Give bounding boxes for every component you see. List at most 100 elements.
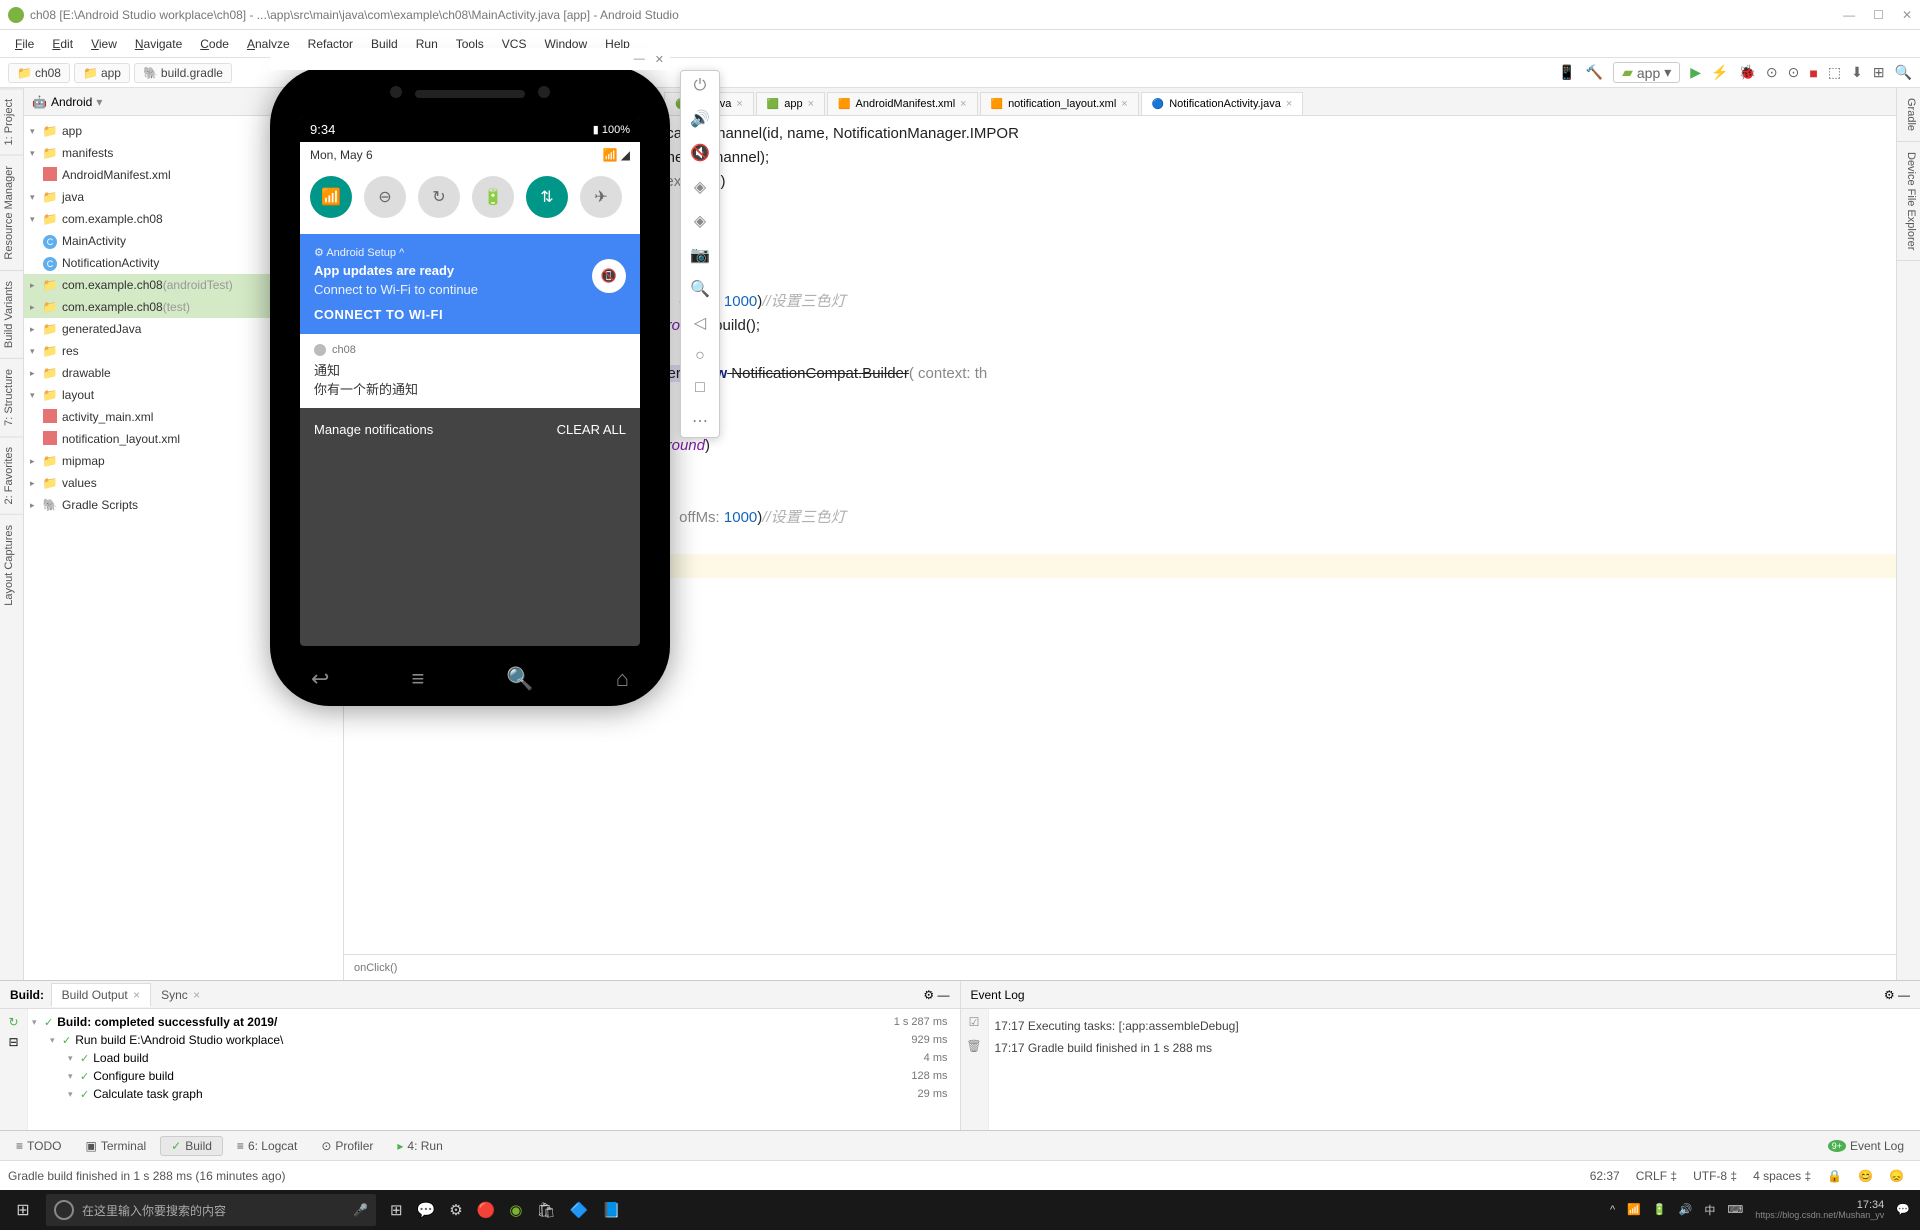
- status-encoding[interactable]: UTF-8 ‡: [1685, 1169, 1745, 1183]
- emu-home-button[interactable]: ⌂: [616, 666, 629, 692]
- build-row[interactable]: ▾✓Run build E:\Android Studio workplace\…: [32, 1031, 956, 1049]
- tool-profiler[interactable]: ⊙Profiler: [311, 1137, 383, 1155]
- status-smiley-icon[interactable]: 😊: [1850, 1169, 1881, 1183]
- app-icon[interactable]: 🔷: [570, 1201, 589, 1219]
- build-row[interactable]: ▾✓Load build4 ms: [32, 1049, 956, 1067]
- emu-side-button[interactable]: 🔇: [690, 143, 710, 163]
- status-indent[interactable]: 4 spaces ‡: [1745, 1169, 1819, 1183]
- emu-side-button[interactable]: ◈: [694, 211, 706, 231]
- build-tree[interactable]: ▾✓Build: completed successfully at 2019/…: [28, 1009, 960, 1130]
- start-button[interactable]: ⊞: [0, 1200, 46, 1220]
- status-cursor-pos[interactable]: 62:37: [1582, 1169, 1628, 1183]
- structure-button[interactable]: ⊞: [1873, 64, 1885, 81]
- build-settings-icon[interactable]: ⚙: [923, 988, 934, 1002]
- menu-file[interactable]: File: [6, 37, 43, 51]
- emu-close-button[interactable]: ✕: [655, 53, 664, 66]
- ms-store-icon[interactable]: 🛍: [537, 1201, 556, 1219]
- emu-side-button[interactable]: 🔍: [690, 279, 710, 299]
- profiler-button[interactable]: ⊙: [1766, 64, 1778, 81]
- emulator-window[interactable]: 9:34 ▮ 100% Mon, May 6 📶 ◢ 📶 ⊖ ↻ 🔋 ⇅ ✈ ⚙…: [270, 66, 670, 706]
- connect-wifi-button[interactable]: CONNECT TO WI-FI: [314, 307, 626, 322]
- project-view-selector[interactable]: Android: [51, 95, 92, 109]
- chrome-icon[interactable]: 🔴: [477, 1201, 496, 1219]
- taskbar-search[interactable]: 在这里输入你要搜索的内容 🎤: [46, 1194, 376, 1226]
- debug-button[interactable]: 🐞: [1738, 64, 1755, 81]
- vtab-device-file-explorer[interactable]: Device File Explorer: [1897, 142, 1920, 261]
- device-icon[interactable]: 📱: [1558, 64, 1575, 81]
- editor-tab[interactable]: 🟧AndroidManifest.xml ×: [827, 92, 978, 115]
- sdkmanager-button[interactable]: ⬇: [1851, 64, 1863, 81]
- run-button[interactable]: ▶: [1690, 64, 1701, 81]
- wechat-icon[interactable]: 💬: [417, 1201, 436, 1219]
- emu-rotate-toggle[interactable]: ↻: [418, 176, 460, 218]
- android-studio-icon[interactable]: ◉: [509, 1201, 522, 1219]
- build-hide-icon[interactable]: —: [938, 988, 950, 1002]
- build-tab-sync[interactable]: Sync ×: [151, 984, 210, 1006]
- run-config-selector[interactable]: ▰app ▾: [1613, 62, 1680, 83]
- tool-terminal[interactable]: ▣Terminal: [75, 1137, 156, 1155]
- eventlog-check-icon[interactable]: ☑: [969, 1015, 980, 1029]
- vtab-resource-manager[interactable]: Resource Manager: [0, 155, 23, 270]
- manage-notifications-button[interactable]: Manage notifications: [314, 422, 433, 437]
- build-row[interactable]: ▾✓Configure build128 ms: [32, 1067, 956, 1085]
- vtab-structure[interactable]: 7: Structure: [0, 358, 23, 436]
- taskview-icon[interactable]: ⊞: [390, 1201, 403, 1219]
- attach-debugger-button[interactable]: ⊙: [1788, 64, 1800, 81]
- editor-breadcrumb[interactable]: onClick(): [344, 954, 1896, 980]
- hammer-icon[interactable]: 🔨: [1586, 64, 1603, 81]
- close-button[interactable]: ✕: [1902, 8, 1912, 22]
- breadcrumb-root[interactable]: 📁ch08: [8, 63, 70, 83]
- vtab-layout-captures[interactable]: Layout Captures: [0, 514, 23, 616]
- avdmanager-button[interactable]: ⬚: [1828, 64, 1841, 81]
- mic-icon[interactable]: 🎤: [353, 1203, 368, 1217]
- menu-edit[interactable]: Edit: [43, 37, 82, 51]
- maximize-button[interactable]: ☐: [1873, 8, 1884, 22]
- keyboard-icon[interactable]: ⌨: [1727, 1203, 1743, 1216]
- stop-button[interactable]: ■: [1809, 65, 1817, 81]
- emu-search-button[interactable]: 🔍: [506, 666, 533, 692]
- search-button[interactable]: 🔍: [1895, 64, 1912, 81]
- emu-battery-toggle[interactable]: 🔋: [472, 176, 514, 218]
- rerun-icon[interactable]: ↻: [8, 1015, 18, 1029]
- menu-code[interactable]: Code: [191, 37, 238, 51]
- taskbar-clock[interactable]: 17:34 https://blog.csdn.net/Mushan_yv: [1755, 1199, 1884, 1221]
- tool-logcat[interactable]: ≡6: Logcat: [227, 1137, 307, 1155]
- emu-data-toggle[interactable]: ⇅: [526, 176, 568, 218]
- emu-side-button[interactable]: ⏻: [694, 77, 707, 95]
- clear-all-button[interactable]: CLEAR ALL: [557, 422, 626, 437]
- emu-back-button[interactable]: ↩: [311, 666, 329, 692]
- breadcrumb-app[interactable]: 📁app: [74, 63, 130, 83]
- status-line-sep[interactable]: CRLF ‡: [1628, 1169, 1685, 1183]
- editor-tab[interactable]: 🔵NotificationActivity.java ×: [1141, 92, 1304, 115]
- emu-app-notification[interactable]: ch08 通知 你有一个新的通知: [300, 334, 640, 408]
- emu-side-button[interactable]: ◁: [694, 313, 706, 333]
- apply-changes-button[interactable]: ⚡: [1711, 64, 1728, 81]
- build-tab-output[interactable]: Build Output ×: [51, 983, 151, 1007]
- status-sad-icon[interactable]: 😞: [1881, 1169, 1912, 1183]
- emu-side-button[interactable]: 🔊: [690, 109, 710, 129]
- menu-view[interactable]: View: [82, 37, 126, 51]
- status-lock-icon[interactable]: 🔒: [1819, 1169, 1850, 1183]
- settings-icon[interactable]: ⚙: [449, 1201, 462, 1219]
- notifications-icon[interactable]: 💬: [1896, 1203, 1910, 1216]
- emu-minimize-button[interactable]: —: [634, 53, 645, 66]
- vtab-build-variants[interactable]: Build Variants: [0, 270, 23, 358]
- tool-todo[interactable]: ≡TODO: [6, 1137, 71, 1155]
- build-row[interactable]: ▾✓Calculate task graph29 ms: [32, 1085, 956, 1103]
- vtab-project[interactable]: 1: Project: [0, 88, 23, 155]
- tray-chevron-icon[interactable]: ^: [1610, 1204, 1615, 1216]
- menu-navigate[interactable]: Navigate: [126, 37, 191, 51]
- emu-side-button[interactable]: ⋯: [692, 411, 708, 431]
- editor-tab[interactable]: 🟧notification_layout.xml ×: [980, 92, 1139, 115]
- editor-tab[interactable]: 🟩app ×: [756, 92, 825, 115]
- filter-icon[interactable]: ⊟: [8, 1035, 18, 1049]
- ime-icon[interactable]: 中: [1704, 1202, 1715, 1218]
- vtab-favorites[interactable]: 2: Favorites: [0, 436, 23, 514]
- emu-dnd-toggle[interactable]: ⊖: [364, 176, 406, 218]
- emu-recents-button[interactable]: ≡: [411, 666, 424, 692]
- tool-run[interactable]: ▸4: Run: [387, 1137, 452, 1155]
- emu-side-button[interactable]: 📷: [690, 245, 710, 265]
- wifi-icon[interactable]: 📶: [1627, 1203, 1641, 1216]
- emu-side-button[interactable]: □: [695, 379, 705, 397]
- emu-system-notification[interactable]: ⚙ Android Setup ^ 📵 App updates are read…: [300, 234, 640, 334]
